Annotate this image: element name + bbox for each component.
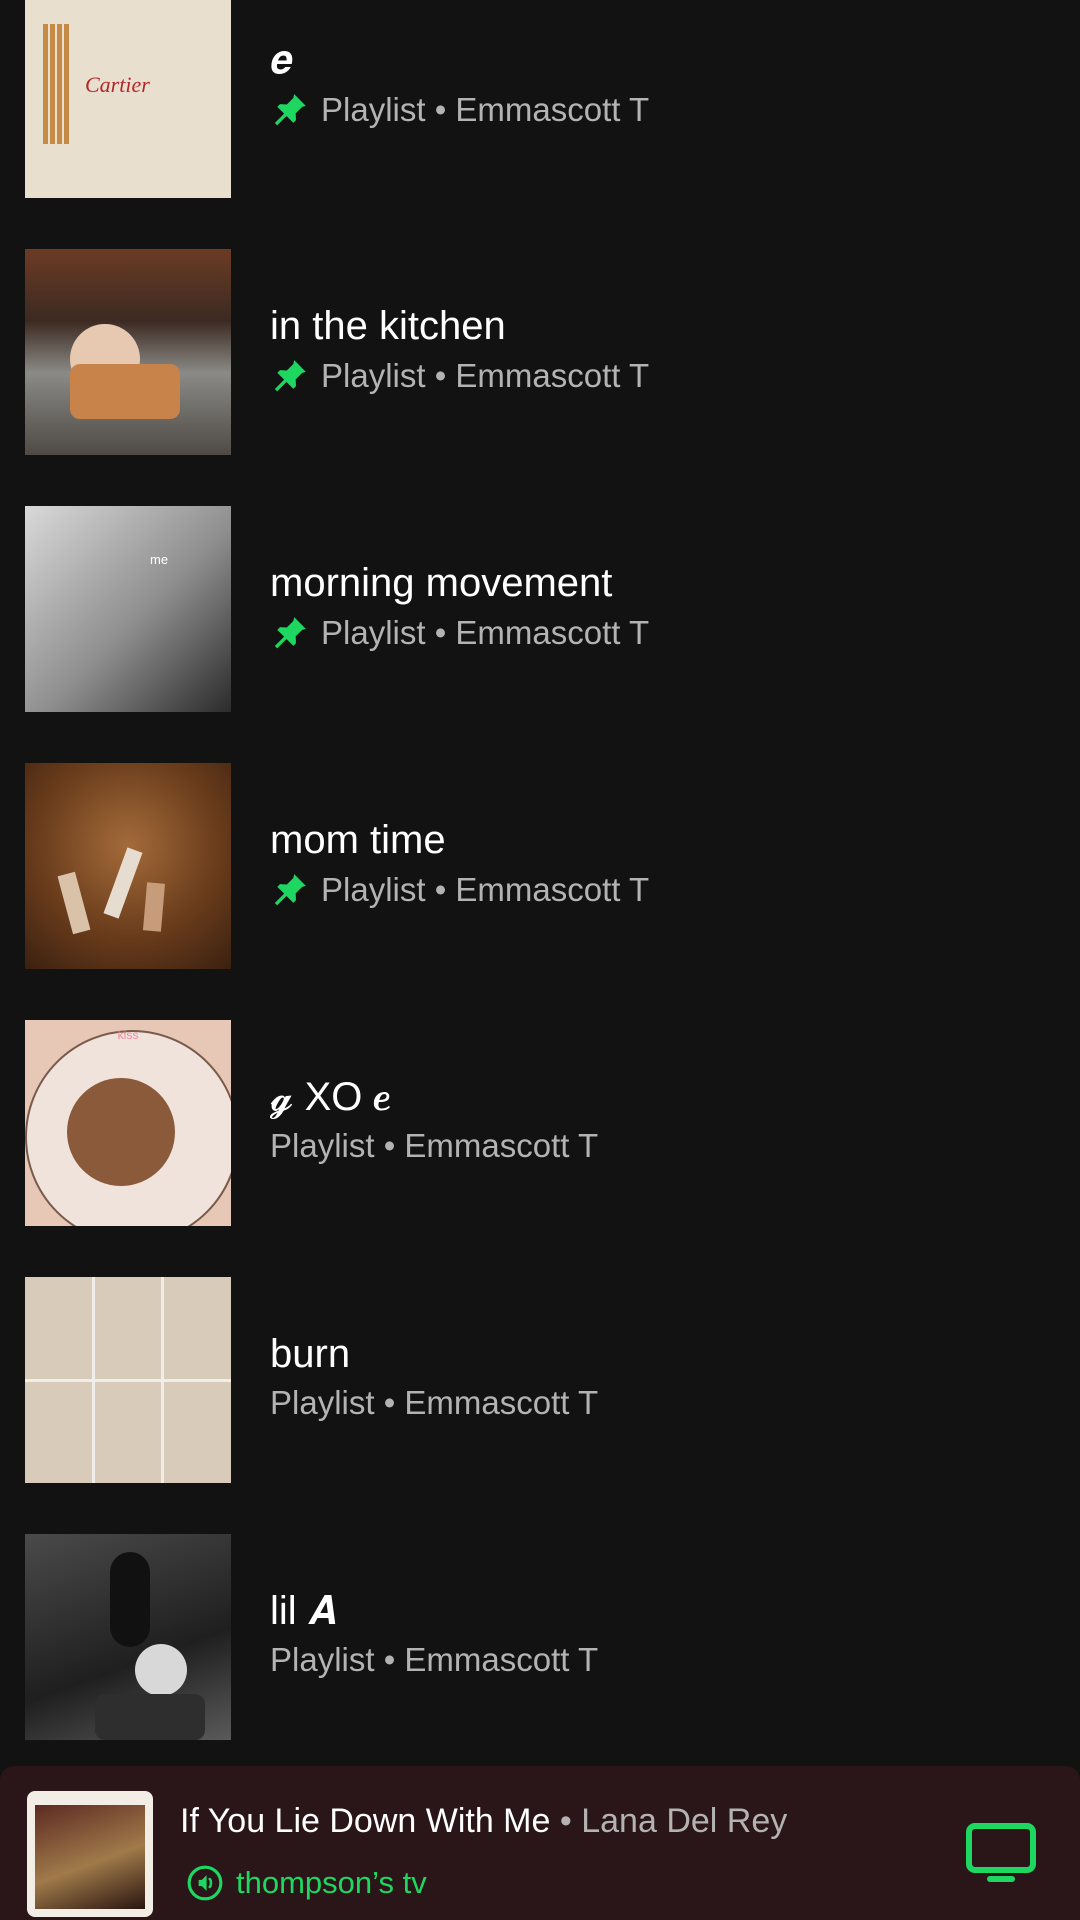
playlist-subtitle: Playlist • Emmascott T	[321, 91, 650, 128]
playlist-cover: kiss	[25, 1020, 231, 1226]
playlist-title: 𝓰 XO 𝒆	[270, 1075, 391, 1119]
list-item[interactable]: in the kitchen Playlist • Emmascott T	[0, 249, 1080, 455]
playlist-cover	[25, 249, 231, 455]
separator: •	[559, 1802, 572, 1840]
playlist-subtitle: Playlist • Emmascott T	[270, 1127, 599, 1164]
list-item[interactable]: mom time Playlist • Emmascott T	[0, 763, 1080, 969]
list-item[interactable]: burn Playlist • Emmascott T	[0, 1277, 1080, 1483]
list-item[interactable]: Cartier 𝒆 Playlist • Emmascott T	[0, 0, 1080, 198]
playlist-cover: me	[25, 506, 231, 712]
playlist-title: mom time	[270, 818, 446, 862]
pin-icon	[274, 617, 306, 649]
track-artist: Lana Del Rey	[581, 1802, 788, 1840]
playlist-title: 𝒆	[270, 38, 294, 82]
now-playing-bar[interactable]: If You Lie Down With Me • Lana Del Rey t…	[0, 1766, 1080, 1920]
playlist-title: in the kitchen	[270, 304, 506, 348]
list-item[interactable]: me morning movement Playlist • Emmascott…	[0, 506, 1080, 712]
list-item[interactable]: kiss 𝓰 XO 𝒆 Playlist • Emmascott T	[0, 1020, 1080, 1226]
cover-text: kiss	[117, 1028, 139, 1042]
list-item[interactable]: lil 𝑨 Playlist • Emmascott T	[0, 1534, 1080, 1740]
pin-icon	[274, 874, 306, 906]
now-playing-cover[interactable]	[27, 1791, 153, 1917]
tv-icon[interactable]	[965, 1822, 1037, 1886]
playlist-subtitle: Playlist • Emmascott T	[321, 871, 650, 908]
playlist-cover	[25, 1277, 231, 1483]
playlist-cover	[25, 763, 231, 969]
playlist-subtitle: Playlist • Emmascott T	[321, 357, 650, 394]
connected-device[interactable]: thompson’s tv	[186, 1864, 427, 1902]
speaker-icon	[187, 1865, 223, 1901]
playlist-subtitle: Playlist • Emmascott T	[321, 614, 650, 651]
playlist-cover	[25, 1534, 231, 1740]
cover-text: Cartier	[85, 72, 150, 97]
playlist-title: lil 𝑨	[270, 1589, 336, 1633]
device-name: thompson’s tv	[236, 1865, 427, 1900]
playlist-subtitle: Playlist • Emmascott T	[270, 1641, 599, 1678]
pin-icon	[274, 360, 306, 392]
playlist-title: morning movement	[270, 561, 613, 605]
pin-icon	[274, 94, 306, 126]
cover-text: me	[150, 552, 169, 567]
playlist-subtitle: Playlist • Emmascott T	[270, 1384, 599, 1421]
now-playing-track[interactable]: If You Lie Down With Me • Lana Del Rey	[180, 1802, 787, 1841]
playlist-cover: Cartier	[25, 0, 231, 198]
track-title: If You Lie Down With Me	[180, 1802, 551, 1840]
playlist-title: burn	[270, 1332, 351, 1376]
